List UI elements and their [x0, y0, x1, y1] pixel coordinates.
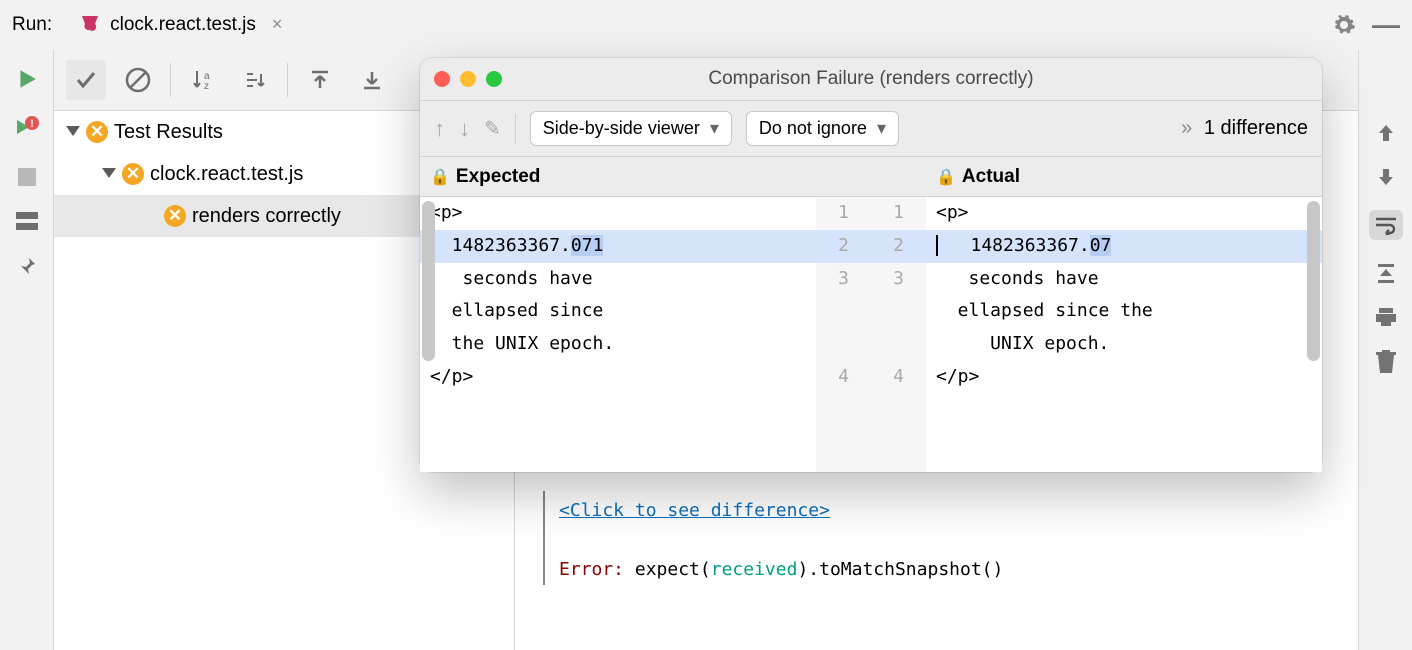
edit-icon[interactable]: ✎ [484, 116, 501, 141]
tab-label: clock.react.test.js [110, 14, 256, 36]
scrollbar[interactable] [422, 201, 435, 361]
run-tab-bar: Run: clock.react.test.js × — [0, 0, 1412, 50]
status-badge: ✕ [122, 163, 144, 185]
dialog-titlebar[interactable]: Comparison Failure (renders correctly) [420, 58, 1322, 101]
expand-icon[interactable] [235, 60, 275, 100]
window-controls[interactable] [434, 71, 502, 87]
separator [170, 63, 171, 97]
pin-icon[interactable] [17, 256, 37, 276]
diff-headers: 🔒Expected 🔒Actual [420, 157, 1322, 197]
code-line: seconds have [926, 263, 1322, 296]
code-line: UNIX epoch. [926, 328, 1322, 361]
viewer-mode-label: Side-by-side viewer [543, 118, 700, 139]
svg-text:!: ! [30, 118, 34, 130]
prev-diff-icon[interactable]: ↑ [434, 116, 445, 142]
code-line: seconds have [420, 263, 816, 296]
viewer-mode-select[interactable]: Side-by-side viewer ▾ [530, 111, 732, 146]
expected-header: 🔒Expected [420, 157, 816, 196]
print-icon[interactable] [1374, 306, 1398, 328]
error-line: Error: expect(received).toMatchSnapshot(… [559, 556, 1338, 585]
rerun-failed-icon[interactable]: ! [14, 116, 40, 142]
zoom-icon[interactable] [486, 71, 502, 87]
scroll-end-icon[interactable] [1374, 262, 1398, 284]
lock-icon: 🔒 [936, 167, 956, 187]
code-line: ellapsed since [420, 295, 816, 328]
show-passed-icon[interactable] [66, 60, 106, 100]
tree-case-label: renders correctly [192, 205, 341, 228]
trash-icon[interactable] [1375, 350, 1397, 374]
comparison-dialog: Comparison Failure (renders correctly) ↑… [420, 58, 1322, 472]
dialog-toolbar: ↑ ↓ ✎ Side-by-side viewer ▾ Do not ignor… [420, 101, 1322, 157]
close-icon[interactable] [434, 71, 450, 87]
scrollbar[interactable] [1307, 201, 1320, 361]
jest-icon [78, 13, 102, 37]
svg-text:z: z [204, 81, 209, 92]
see-difference-link[interactable]: <Click to see difference> [559, 500, 830, 521]
run-config-tab[interactable]: clock.react.test.js × [70, 7, 290, 44]
code-line: the UNIX epoch. [420, 328, 816, 361]
separator [515, 114, 516, 144]
tree-file-label: clock.react.test.js [150, 163, 303, 186]
show-ignored-icon[interactable] [118, 60, 158, 100]
chevron-down-icon: ▾ [877, 118, 886, 139]
tree-root-label: Test Results [114, 121, 223, 144]
code-line: </p> [420, 361, 816, 394]
received-token: received [711, 559, 798, 580]
chevron-down-icon [66, 126, 80, 136]
chevron-down-icon: ▾ [710, 118, 719, 139]
ignore-mode-select[interactable]: Do not ignore ▾ [746, 111, 899, 146]
code-line: 1482363367.07 [926, 230, 1322, 263]
chevron-down-icon [102, 168, 116, 178]
wrap-icon[interactable] [1369, 210, 1403, 240]
gear-icon[interactable] [1332, 13, 1356, 37]
left-gutter: ! [0, 50, 54, 650]
code-line: ellapsed since the [926, 295, 1322, 328]
actual-pane[interactable]: <p> 1482363367.07 seconds have ellapsed … [926, 197, 1322, 472]
diff-body: <p> 1482363367.071 seconds have ellapsed… [420, 197, 1322, 472]
code-line: 1482363367.071 [420, 230, 816, 263]
code-line: </p> [926, 361, 1322, 394]
minimize-icon[interactable] [460, 71, 476, 87]
sort-icon[interactable]: az [183, 60, 223, 100]
run-label: Run: [12, 14, 52, 36]
collapse-down-icon[interactable] [352, 60, 392, 100]
dialog-title: Comparison Failure (renders correctly) [708, 68, 1033, 90]
minimize-icon[interactable]: — [1372, 9, 1400, 41]
next-diff-icon[interactable]: ↓ [459, 116, 470, 142]
close-icon[interactable]: × [272, 14, 283, 35]
right-gutter [1358, 50, 1412, 650]
up-arrow-icon[interactable] [1375, 122, 1397, 144]
ignore-mode-label: Do not ignore [759, 118, 867, 139]
gutter: 1 2 3 4 1 2 3 4 [816, 197, 926, 472]
layout-icon[interactable] [16, 212, 38, 230]
down-arrow-icon[interactable] [1375, 166, 1397, 188]
status-badge: ✕ [164, 205, 186, 227]
diff-count: » 1 difference [1181, 117, 1308, 140]
stop-icon[interactable] [18, 168, 36, 186]
code-line: <p> [420, 197, 816, 230]
separator [287, 63, 288, 97]
status-badge: ✕ [86, 121, 108, 143]
code-line: <p> [926, 197, 1322, 230]
error-keyword: Error: [559, 559, 624, 580]
more-icon[interactable]: » [1181, 117, 1192, 139]
collapse-up-icon[interactable] [300, 60, 340, 100]
actual-header: 🔒Actual [926, 157, 1322, 196]
lock-icon: 🔒 [430, 167, 450, 187]
expected-pane[interactable]: <p> 1482363367.071 seconds have ellapsed… [420, 197, 816, 472]
run-icon[interactable] [16, 68, 38, 90]
